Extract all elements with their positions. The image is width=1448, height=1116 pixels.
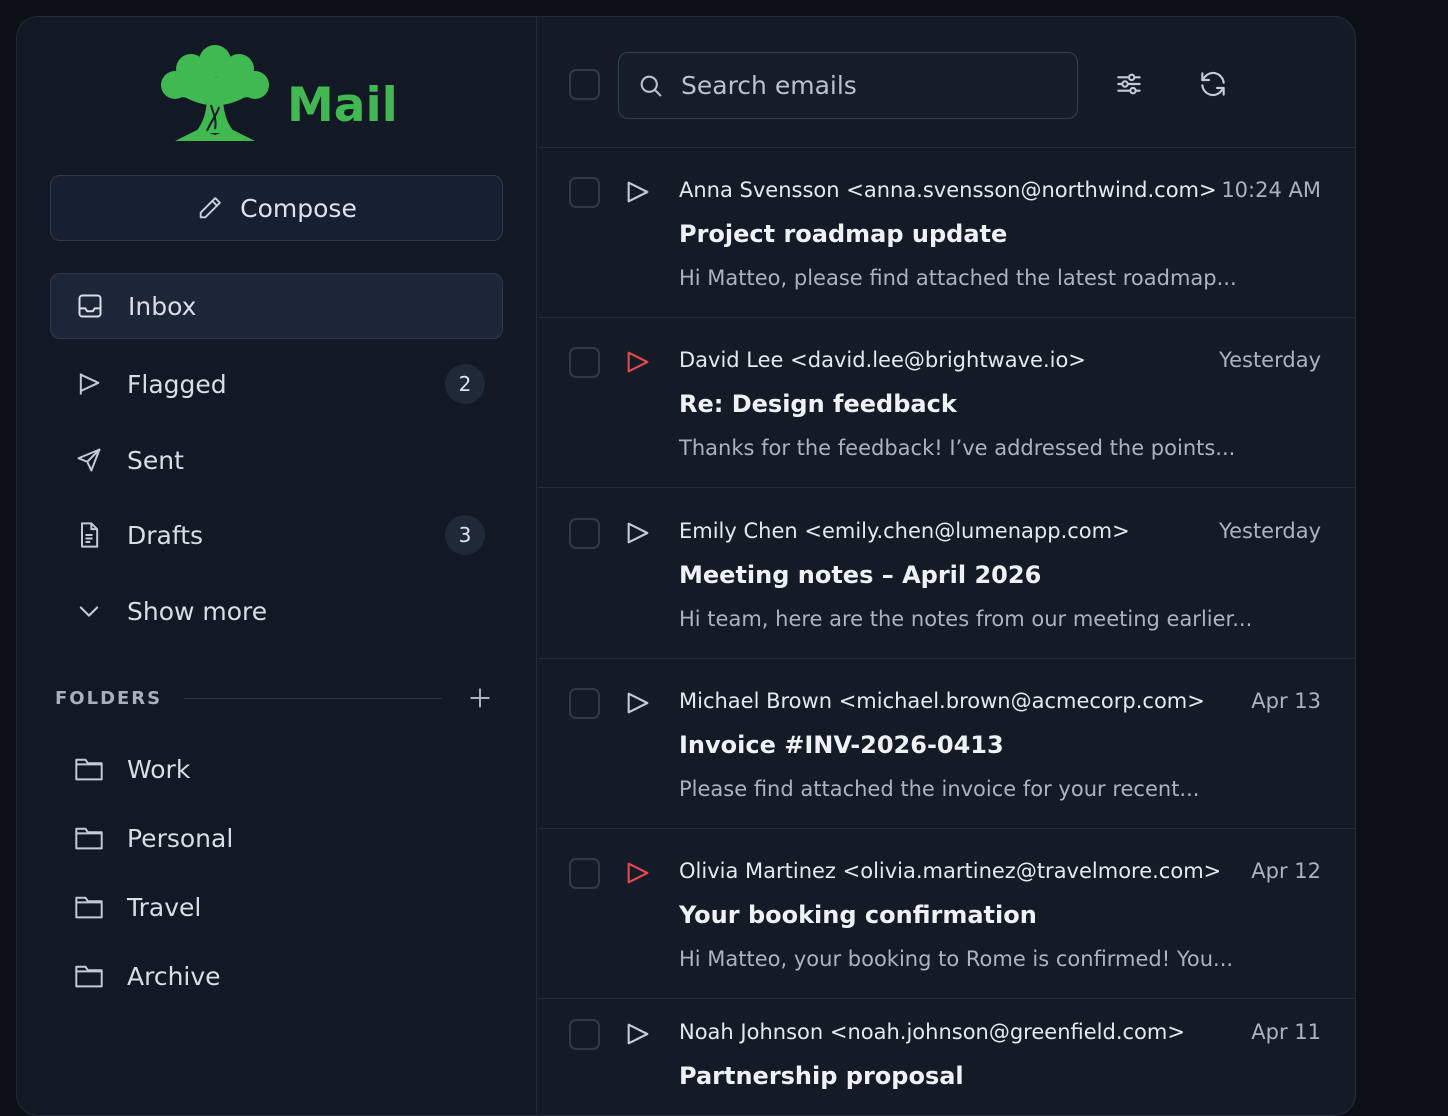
- refresh-icon: [1201, 71, 1225, 97]
- email-subject: Meeting notes – April 2026: [679, 561, 1042, 589]
- email-sender: Emily Chen <emily.chen@lumenapp.com>: [679, 519, 1130, 543]
- sidebar-item-sent[interactable]: Sent: [50, 427, 503, 493]
- send-icon: [74, 445, 104, 475]
- email-time: Yesterday: [1219, 348, 1321, 372]
- folder-item-work[interactable]: Work: [50, 740, 503, 798]
- email-time: Apr 12: [1251, 859, 1321, 883]
- flag-toggle[interactable]: [624, 348, 654, 378]
- email-preview: Hi team, here are the notes from our mee…: [679, 607, 1253, 631]
- compose-label: Compose: [240, 193, 357, 223]
- flag-icon: [627, 862, 649, 884]
- add-folder-button[interactable]: [465, 683, 495, 713]
- email-subject: Project roadmap update: [679, 220, 1008, 248]
- email-select-checkbox[interactable]: [569, 688, 600, 719]
- flag-toggle[interactable]: [624, 859, 654, 889]
- show-more-toggle[interactable]: Show more: [50, 578, 503, 644]
- flag-toggle[interactable]: [624, 1020, 654, 1050]
- email-preview: Please find attached the invoice for you…: [679, 777, 1200, 801]
- file-text-icon: [74, 520, 104, 550]
- email-time: Yesterday: [1219, 519, 1321, 543]
- folder-label: Work: [127, 754, 191, 784]
- email-row[interactable]: Michael Brown <michael.brown@acmecorp.co…: [538, 659, 1355, 829]
- folder-item-travel[interactable]: Travel: [50, 878, 503, 936]
- folder-item-archive[interactable]: Archive: [50, 947, 503, 1005]
- folder-label: Travel: [127, 892, 202, 922]
- email-sender: Olivia Martinez <olivia.martinez@travelm…: [679, 859, 1222, 883]
- filter-button[interactable]: [1110, 65, 1148, 103]
- sidebar-item-drafts[interactable]: Drafts 3: [50, 502, 503, 568]
- sidebar-item-flagged[interactable]: Flagged 2: [50, 351, 503, 417]
- email-subject: Your booking confirmation: [679, 901, 1037, 929]
- tree-logo-icon: [161, 45, 269, 141]
- email-row[interactable]: David Lee <david.lee@brightwave.io> Yeste…: [538, 318, 1355, 488]
- flag-icon: [627, 181, 649, 203]
- compose-button[interactable]: Compose: [50, 175, 503, 241]
- plus-icon: [470, 688, 490, 708]
- inbox-icon: [75, 291, 105, 321]
- email-select-checkbox[interactable]: [569, 518, 600, 549]
- chevron-down-icon: [74, 596, 104, 626]
- folder-icon: [73, 961, 105, 991]
- folder-item-personal[interactable]: Personal: [50, 809, 503, 867]
- flag-icon: [627, 1023, 649, 1045]
- email-select-checkbox[interactable]: [569, 1019, 600, 1050]
- sidebar-item-label: Drafts: [127, 520, 204, 550]
- email-time: Apr 13: [1251, 689, 1321, 713]
- email-row[interactable]: Emily Chen <emily.chen@lumenapp.com> Yest…: [538, 489, 1355, 659]
- email-row[interactable]: Noah Johnson <noah.johnson@greenfield.co…: [538, 990, 1355, 1115]
- email-subject: Re: Design feedback: [679, 390, 957, 418]
- app-logo: Mail: [155, 43, 398, 145]
- folder-icon: [73, 892, 105, 922]
- flag-icon: [627, 692, 649, 714]
- folder-label: Personal: [127, 823, 234, 853]
- pencil-icon: [199, 197, 222, 219]
- flag-toggle[interactable]: [624, 689, 654, 719]
- flagged-count-badge: 2: [445, 364, 485, 404]
- email-list-pane: Anna Svensson <anna.svensson@northwind.c…: [538, 17, 1355, 1115]
- search-box: [618, 52, 1078, 119]
- email-sender: Noah Johnson <noah.johnson@greenfield.co…: [679, 1020, 1185, 1044]
- sidebar: Mail Compose Inbox Flagged 2 Sent Drafts…: [17, 17, 537, 1115]
- search-icon: [640, 75, 662, 96]
- sidebar-item-inbox[interactable]: Inbox: [50, 273, 503, 339]
- sidebar-item-label: Inbox: [128, 291, 197, 321]
- folders-header: FOLDERS: [55, 683, 495, 713]
- email-time: 10:24 AM: [1221, 178, 1321, 202]
- flag-toggle[interactable]: [624, 519, 654, 549]
- email-select-checkbox[interactable]: [569, 177, 600, 208]
- email-sender: David Lee <david.lee@brightwave.io>: [679, 348, 1086, 372]
- mail-app-window: Mail Compose Inbox Flagged 2 Sent Drafts…: [16, 16, 1356, 1116]
- folders-heading: FOLDERS: [55, 687, 163, 709]
- email-preview: Hi Matteo, your booking to Rome is confi…: [679, 947, 1234, 971]
- email-time: Apr 11: [1251, 1020, 1321, 1044]
- flag-icon: [627, 351, 649, 373]
- refresh-button[interactable]: [1194, 65, 1232, 103]
- sidebar-item-label: Sent: [127, 445, 184, 475]
- email-row[interactable]: Anna Svensson <anna.svensson@northwind.c…: [538, 148, 1355, 318]
- sidebar-item-label: Flagged: [127, 369, 227, 399]
- email-sender: Michael Brown <michael.brown@acmecorp.co…: [679, 689, 1205, 713]
- flag-icon: [74, 369, 104, 399]
- folder-icon: [73, 823, 105, 853]
- sliders-icon: [1117, 73, 1141, 95]
- sidebar-item-label: Show more: [127, 596, 268, 626]
- drafts-count-badge: 3: [445, 515, 485, 555]
- select-all-checkbox[interactable]: [569, 69, 600, 100]
- email-preview: Hi Matteo, please find attached the late…: [679, 266, 1237, 290]
- folder-icon: [73, 754, 105, 784]
- toolbar: [538, 17, 1355, 148]
- folder-label: Archive: [127, 961, 221, 991]
- search-input[interactable]: [681, 71, 1051, 100]
- email-preview: Thanks for the feedback! I’ve addressed …: [679, 436, 1236, 460]
- email-row[interactable]: Olivia Martinez <olivia.martinez@travelm…: [538, 829, 1355, 999]
- flag-toggle[interactable]: [624, 178, 654, 208]
- email-subject: Invoice #INV-2026-0413: [679, 731, 1004, 759]
- app-title: Mail: [287, 78, 398, 133]
- folders-divider: [184, 697, 443, 699]
- email-sender: Anna Svensson <anna.svensson@northwind.c…: [679, 178, 1217, 202]
- email-select-checkbox[interactable]: [569, 347, 600, 378]
- email-select-checkbox[interactable]: [569, 858, 600, 889]
- flag-icon: [627, 522, 649, 544]
